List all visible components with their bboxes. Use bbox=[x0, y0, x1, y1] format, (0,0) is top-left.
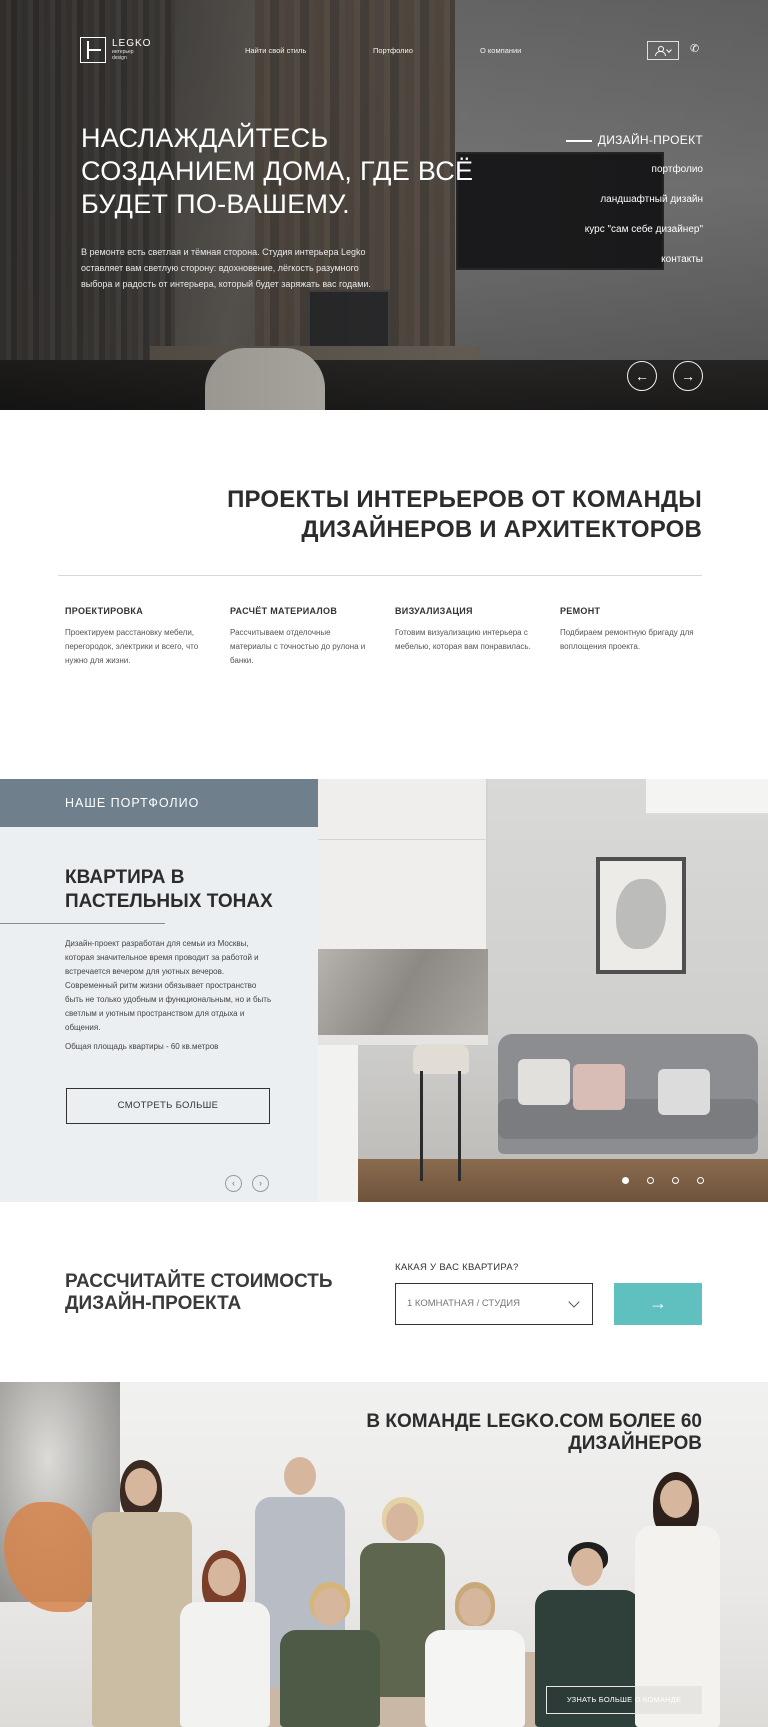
photo-bar-stool bbox=[413, 1044, 469, 1074]
arrow-left-icon: ← bbox=[635, 368, 649, 384]
photo-air-conditioner bbox=[646, 779, 768, 815]
projects-divider bbox=[58, 575, 702, 576]
hero-title: Наслаждайтесь созданием дома, где всё бу… bbox=[81, 123, 474, 219]
service-heading: ПРОЕКТИРОВКА bbox=[65, 606, 144, 616]
nav-link-portfolio[interactable]: Портфолио bbox=[373, 46, 413, 55]
slider-dot[interactable] bbox=[622, 1177, 629, 1184]
photo-pillow bbox=[573, 1064, 625, 1110]
chevron-left-icon: ‹ bbox=[232, 1178, 235, 1188]
photo-person bbox=[92, 1460, 192, 1727]
photo-sofa-seat bbox=[498, 1099, 758, 1139]
projects-title: Проекты интерьеров от команды дизайнеров… bbox=[227, 486, 702, 543]
portfolio-prev-button[interactable]: ‹ bbox=[225, 1175, 242, 1192]
service-text: Проектируем расстановку мебели, перегоро… bbox=[65, 628, 199, 665]
calc-submit-button[interactable]: → bbox=[614, 1283, 702, 1325]
service-item-renovation: РЕМОНТ Подбираем ремонтную бригаду для в… bbox=[560, 606, 700, 654]
photo-wall-art bbox=[596, 857, 686, 974]
photo-person bbox=[180, 1550, 270, 1727]
hero-side-menu: ДИЗАЙН-ПРОЕКТ портфолио ландшафтный диза… bbox=[566, 133, 703, 283]
chevron-down-icon bbox=[666, 46, 672, 53]
portfolio-next-button[interactable]: › bbox=[252, 1175, 269, 1192]
side-menu-item-portfolio[interactable]: портфолио bbox=[566, 163, 703, 193]
service-heading: РАСЧЁТ МАТЕРИАЛОВ bbox=[230, 606, 338, 616]
service-heading: РЕМОНТ bbox=[560, 606, 601, 616]
portfolio-project-area: Общая площадь квартиры - 60 кв.метров bbox=[65, 1042, 219, 1051]
portfolio-slider-dots bbox=[622, 1177, 704, 1184]
service-item-visualization: ВИЗУАЛИЗАЦИЯ Готовим визуализацию интерь… bbox=[395, 606, 535, 654]
portfolio-project-title: Квартира в пастельных тонах bbox=[65, 867, 273, 912]
slider-dot[interactable] bbox=[647, 1177, 654, 1184]
logo-text: LEGKO интерьер design bbox=[112, 38, 152, 62]
photo-countertop bbox=[318, 1035, 488, 1045]
portfolio-photo bbox=[318, 779, 768, 1202]
service-item-materials: РАСЧЁТ МАТЕРИАЛОВ Рассчитываем отделочны… bbox=[230, 606, 370, 668]
photo-person bbox=[280, 1582, 380, 1727]
apartment-type-value: 1 КОМНАТНАЯ / СТУДИЯ bbox=[407, 1298, 520, 1309]
side-menu-item-landscape[interactable]: ландшафтный дизайн bbox=[566, 193, 703, 223]
account-button[interactable] bbox=[647, 41, 679, 60]
phone-icon[interactable]: ✆ bbox=[690, 44, 699, 55]
side-menu-item-design-project[interactable]: ДИЗАЙН-ПРОЕКТ bbox=[566, 133, 703, 163]
service-item-design: ПРОЕКТИРОВКА Проектируем расстановку меб… bbox=[65, 606, 205, 668]
chevron-right-icon: › bbox=[259, 1178, 262, 1188]
nav-link-about[interactable]: О компании bbox=[480, 46, 521, 55]
hero-text: В ремонте есть светлая и тёмная сторона.… bbox=[81, 247, 371, 289]
photo-stool-leg bbox=[420, 1071, 423, 1181]
portfolio-header-bar: НАШЕ ПОРТФОЛИО bbox=[0, 779, 318, 827]
photo-kitchen-cabinet bbox=[318, 779, 488, 949]
side-menu-item-contacts[interactable]: контакты bbox=[566, 253, 703, 283]
service-text: Рассчитываем отделочные материалы с точн… bbox=[230, 628, 366, 665]
chevron-down-icon bbox=[568, 1296, 580, 1308]
arrow-right-icon: → bbox=[681, 368, 695, 384]
hero-next-button[interactable]: → bbox=[673, 361, 703, 391]
side-menu-item-course[interactable]: курс "сам себе дизайнер" bbox=[566, 223, 703, 253]
logo-mark-icon bbox=[80, 37, 106, 63]
calc-title: Рассчитайте стоимость дизайн-проекта bbox=[65, 1271, 333, 1314]
arrow-right-icon: → bbox=[649, 1293, 667, 1313]
team-title: В команде LEGKO.COM более 60 дизайнеров bbox=[366, 1411, 702, 1454]
slider-dot[interactable] bbox=[697, 1177, 704, 1184]
nav-link-style[interactable]: Найти свой стиль bbox=[245, 46, 306, 55]
team-more-button[interactable]: УЗНАТЬ БОЛЬШЕ О КОМАНДЕ bbox=[546, 1686, 702, 1714]
service-text: Подбираем ремонтную бригаду для воплощен… bbox=[560, 628, 694, 651]
photo-person bbox=[425, 1582, 525, 1727]
photo-pillow bbox=[658, 1069, 710, 1115]
portfolio-project-text: Дизайн-проект разработан для семьи из Мо… bbox=[65, 939, 272, 1032]
user-icon bbox=[655, 46, 666, 56]
portfolio-divider bbox=[0, 923, 165, 924]
service-text: Готовим визуализацию интерьера с мебелью… bbox=[395, 628, 531, 651]
photo-counter-base bbox=[318, 1045, 358, 1202]
calc-label: КАКАЯ У ВАС КВАРТИРА? bbox=[395, 1262, 519, 1273]
logo[interactable]: LEGKO интерьер design bbox=[80, 37, 151, 63]
logo-tagline-2: design bbox=[112, 55, 127, 61]
photo-stool-leg bbox=[458, 1071, 461, 1181]
portfolio-more-button[interactable]: СМОТРЕТЬ БОЛЬШЕ bbox=[66, 1088, 270, 1124]
hero-section: LEGKO интерьер design Найти свой стиль П… bbox=[0, 0, 768, 410]
apartment-type-select[interactable]: 1 КОМНАТНАЯ / СТУДИЯ bbox=[395, 1283, 593, 1325]
service-heading: ВИЗУАЛИЗАЦИЯ bbox=[395, 606, 473, 616]
portfolio-bar-label: НАШЕ ПОРТФОЛИО bbox=[65, 796, 200, 810]
photo-pillow bbox=[518, 1059, 570, 1105]
photo-marble-backsplash bbox=[318, 949, 488, 1035]
logo-name: LEGKO bbox=[112, 38, 152, 49]
hero-prev-button[interactable]: ← bbox=[627, 361, 657, 391]
slider-dot[interactable] bbox=[672, 1177, 679, 1184]
